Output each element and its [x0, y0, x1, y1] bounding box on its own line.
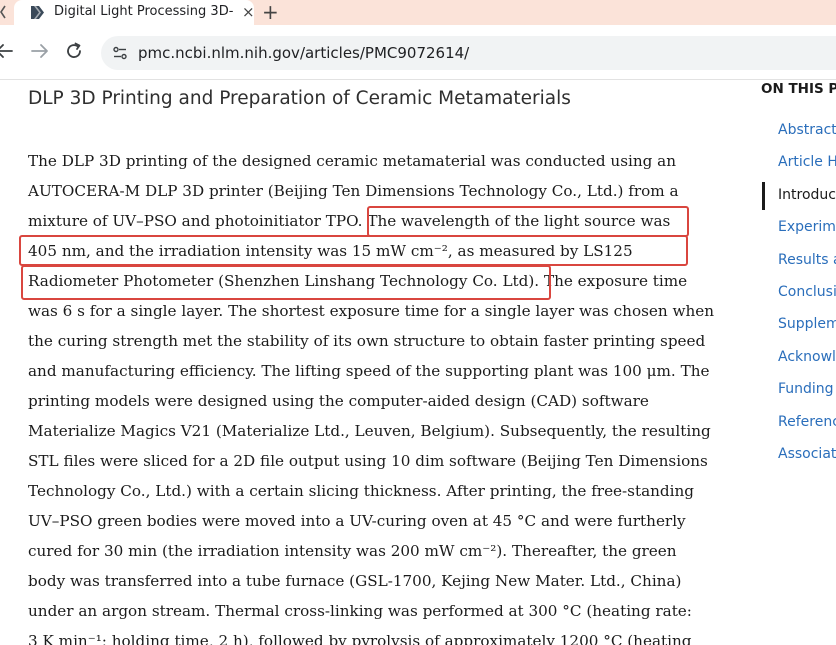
reload-icon[interactable]: [63, 40, 85, 62]
url-text[interactable]: pmc.ncbi.nlm.nih.gov/articles/PMC9072614…: [138, 44, 469, 62]
paragraph-line: cured for 30 min (the irradiation intens…: [28, 542, 677, 560]
toc-item-experimental[interactable]: Experime: [762, 211, 836, 243]
highlight-box: [21, 265, 551, 300]
highlight-box: [367, 206, 689, 237]
paragraph-line: STL files were sliced for a 2D file outp…: [28, 452, 708, 470]
toc-item-acknowledgments[interactable]: Acknowle: [762, 341, 836, 373]
toc-item-abstract[interactable]: Abstract: [762, 114, 836, 146]
paragraph-line: the curing strength met the stability of…: [28, 332, 706, 350]
address-bar[interactable]: pmc.ncbi.nlm.nih.gov/articles/PMC9072614…: [101, 36, 836, 70]
browser-toolbar: pmc.ncbi.nlm.nih.gov/articles/PMC9072614…: [0, 25, 836, 80]
paragraph-line: printing models were designed using the …: [28, 392, 649, 410]
paragraph-line: The DLP 3D printing of the designed cera…: [28, 152, 677, 170]
toc-item-results[interactable]: Results ar: [762, 244, 836, 276]
back-arrow-icon[interactable]: [0, 40, 16, 62]
toc-item-references[interactable]: Reference: [762, 406, 836, 438]
toc-item-conclusions[interactable]: Conclusio: [762, 276, 836, 308]
paragraph-line: under an argon stream. Thermal cross-lin…: [28, 602, 692, 620]
toc-item-associated-data[interactable]: Associate: [762, 438, 836, 470]
toc-item-introduction[interactable]: Introduct: [762, 179, 836, 211]
browser-tab[interactable]: Digital Light Processing 3D-P ×: [14, 0, 255, 25]
paragraph-line: body was transferred into a tube furnace…: [28, 572, 682, 590]
tab-strip: Digital Light Processing 3D-P × +: [0, 0, 836, 25]
site-info-icon[interactable]: [111, 44, 129, 62]
forward-arrow-icon[interactable]: [28, 40, 50, 62]
tab-title: Digital Light Processing 3D-P: [54, 4, 234, 19]
tab-close-button[interactable]: ×: [242, 3, 255, 21]
toc-item-supplementary[interactable]: Suppleme: [762, 308, 836, 340]
page-content: DLP 3D Printing and Preparation of Ceram…: [0, 80, 836, 645]
paragraph-line: was 6 s for a single layer. The shortest…: [28, 302, 715, 320]
paragraph-line: Materialize Magics V21 (Materialize Ltd.…: [28, 422, 711, 440]
toc-item-funding[interactable]: Funding: [762, 373, 836, 405]
paragraph-line: Technology Co., Ltd.) with a certain sli…: [28, 482, 694, 500]
paragraph-line: 3 K min⁻¹; holding time, 2 h), followed …: [28, 632, 692, 645]
section-title: DLP 3D Printing and Preparation of Ceram…: [28, 88, 571, 109]
new-tab-button[interactable]: +: [262, 1, 279, 23]
highlight-box: [19, 235, 688, 266]
paragraph-line: AUTOCERA-M DLP 3D printer (Beijing Ten D…: [28, 182, 679, 200]
tab-scroll-left-icon[interactable]: [0, 4, 6, 20]
toc-item-article-highlights[interactable]: Article Hig: [762, 146, 836, 178]
pmc-favicon-icon: [31, 6, 44, 19]
toc-heading: ON THIS PA: [761, 81, 836, 97]
toc-list: Abstract Article Hig Introduct Experime …: [762, 114, 836, 470]
paragraph-line: UV–PSO green bodies were moved into a UV…: [28, 512, 686, 530]
paragraph-line: and manufacturing efficiency. The liftin…: [28, 362, 710, 380]
